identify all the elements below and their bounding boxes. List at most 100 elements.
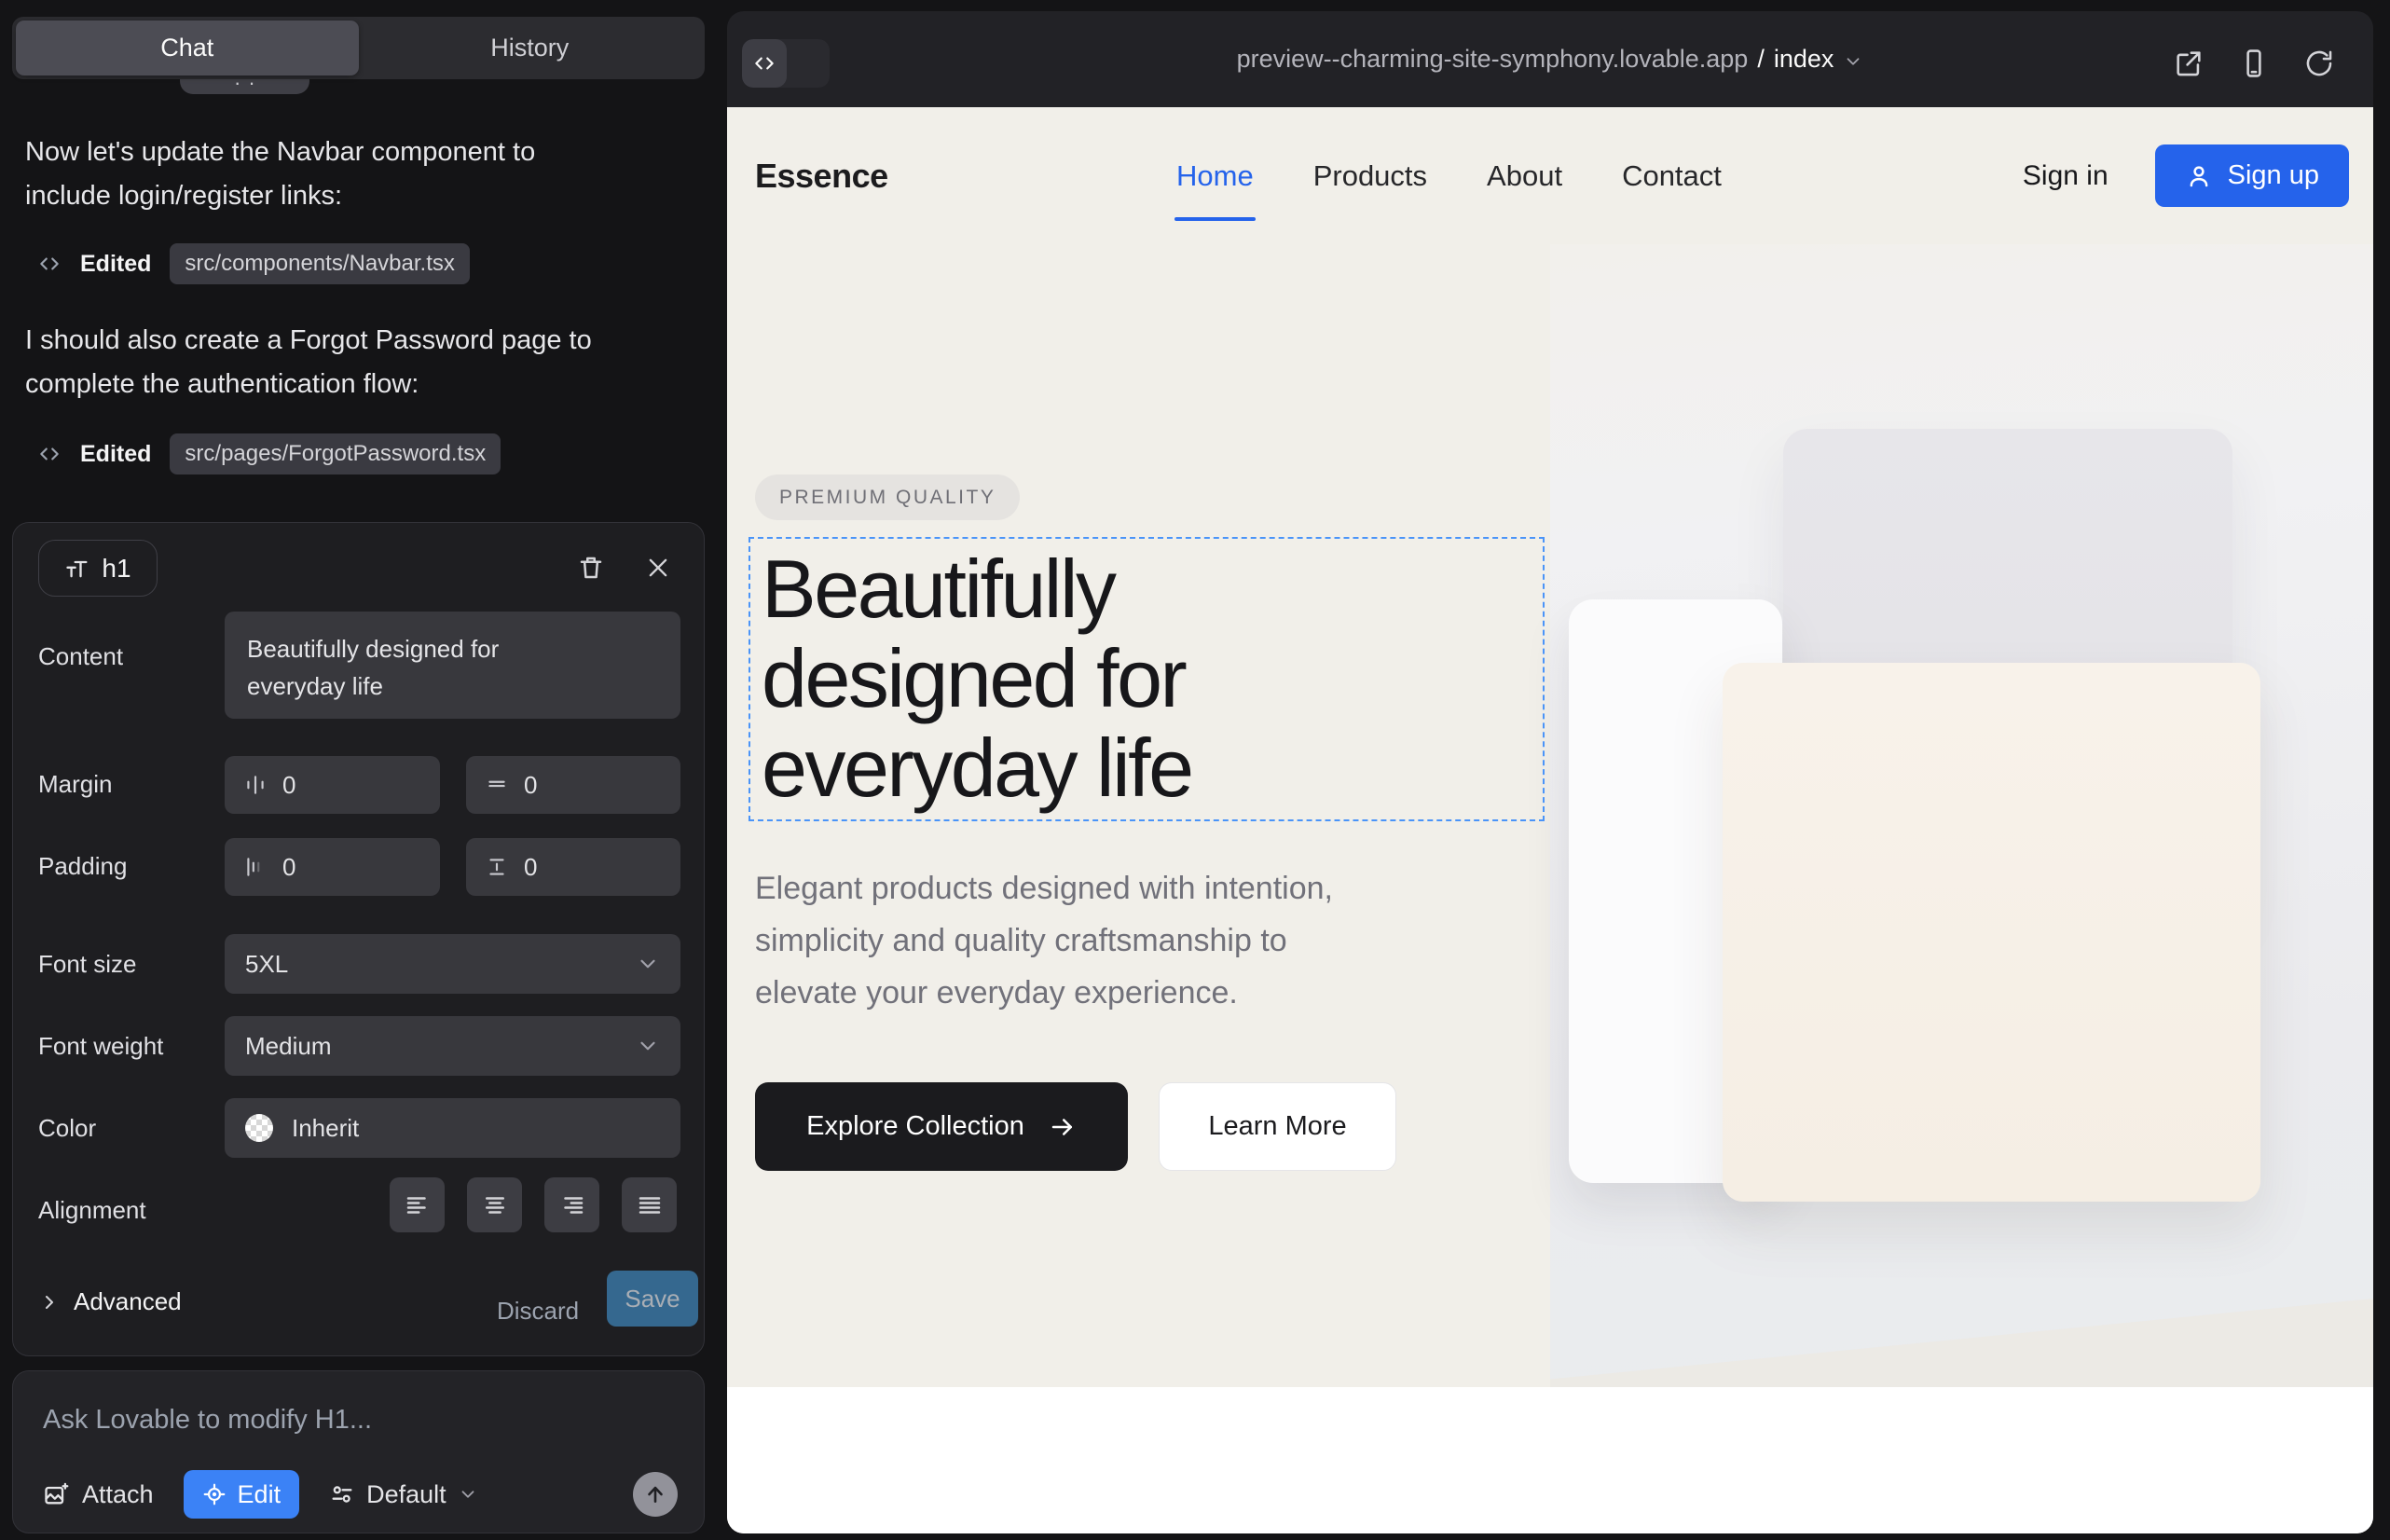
chevron-down-icon bbox=[1843, 51, 1863, 72]
sliders-icon bbox=[329, 1481, 355, 1507]
tab-chat[interactable]: Chat bbox=[16, 21, 359, 76]
nav-link-products[interactable]: Products bbox=[1313, 159, 1427, 193]
type-icon bbox=[64, 556, 90, 582]
advanced-toggle[interactable]: Advanced bbox=[38, 1287, 182, 1316]
chevron-down-icon bbox=[636, 952, 660, 976]
save-button[interactable]: Save bbox=[607, 1271, 698, 1327]
url-bar[interactable]: preview--charming-site-symphony.lovable.… bbox=[727, 11, 2373, 107]
nav-menu: Home Products About Contact bbox=[1176, 107, 1722, 244]
file-chip[interactable]: src/components/Navbar.tsx bbox=[170, 243, 469, 284]
code-icon bbox=[37, 442, 62, 466]
dots-decoration: ·· bbox=[234, 78, 263, 88]
margin-x-input[interactable]: 0 bbox=[225, 756, 440, 814]
preview-browser-frame: preview--charming-site-symphony.lovable.… bbox=[727, 11, 2373, 1533]
hero-paragraph: Elegant products designed with intention… bbox=[755, 862, 1333, 1019]
sign-up-label: Sign up bbox=[2228, 160, 2319, 191]
edited-file-row: Edited src/pages/ForgotPassword.tsx bbox=[37, 433, 501, 475]
padding-y-value: 0 bbox=[524, 853, 537, 882]
send-button[interactable] bbox=[633, 1472, 678, 1517]
sign-up-button[interactable]: Sign up bbox=[2155, 144, 2349, 207]
model-selector[interactable]: Default bbox=[329, 1480, 478, 1509]
hero-heading[interactable]: Beautifully designed for everyday life bbox=[762, 544, 1192, 813]
lovable-app: ·· Chat History Now let's update the Nav… bbox=[0, 0, 2390, 1540]
section-below-hero bbox=[727, 1387, 2373, 1533]
nav-link-about[interactable]: About bbox=[1487, 159, 1562, 193]
edited-label: Edited bbox=[80, 441, 151, 468]
nav-link-home[interactable]: Home bbox=[1176, 159, 1254, 193]
tag-name: h1 bbox=[102, 554, 130, 584]
edited-file-row: Edited src/components/Navbar.tsx bbox=[37, 242, 470, 285]
padding-x-input[interactable]: 0 bbox=[225, 838, 440, 896]
content-label: Content bbox=[38, 642, 123, 671]
padding-y-input[interactable]: 0 bbox=[466, 838, 680, 896]
margin-y-value: 0 bbox=[524, 771, 537, 800]
color-swatch bbox=[245, 1114, 273, 1142]
padding-label: Padding bbox=[38, 852, 127, 881]
learn-more-label: Learn More bbox=[1208, 1111, 1346, 1142]
code-icon bbox=[37, 252, 62, 276]
user-icon bbox=[2185, 162, 2213, 190]
nav-link-contact[interactable]: Contact bbox=[1622, 159, 1722, 193]
edited-label: Edited bbox=[80, 251, 151, 278]
prompt-box: Ask Lovable to modify H1... Attach Edit … bbox=[12, 1370, 705, 1533]
alignment-label: Alignment bbox=[38, 1196, 146, 1225]
selected-element-tag: h1 bbox=[38, 540, 158, 597]
open-in-new-icon[interactable] bbox=[2170, 45, 2207, 82]
color-label: Color bbox=[38, 1114, 96, 1143]
margin-vertical-icon bbox=[485, 773, 509, 797]
nav-auth: Sign in Sign up bbox=[2023, 107, 2349, 244]
delete-element-button[interactable] bbox=[574, 551, 608, 584]
explore-collection-button[interactable]: Explore Collection bbox=[755, 1082, 1128, 1171]
font-size-value: 5XL bbox=[245, 950, 288, 979]
preview-site: Essence Home Products About Contact Sign… bbox=[727, 107, 2373, 1533]
prompt-input[interactable]: Ask Lovable to modify H1... bbox=[43, 1405, 372, 1436]
element-editor-panel: h1 Content Beautifully designed for ever… bbox=[12, 522, 705, 1356]
mobile-view-icon[interactable] bbox=[2235, 45, 2273, 82]
color-select[interactable]: Inherit bbox=[225, 1098, 680, 1158]
chat-message: Now let's update the Navbar component to… bbox=[25, 131, 682, 218]
mode-label: Default bbox=[366, 1480, 446, 1509]
font-weight-label: Font weight bbox=[38, 1032, 163, 1061]
refresh-icon[interactable] bbox=[2301, 45, 2338, 82]
url-host: preview--charming-site-symphony.lovable.… bbox=[1237, 45, 1749, 74]
tab-history[interactable]: History bbox=[359, 21, 702, 76]
arrow-right-icon bbox=[1049, 1113, 1077, 1141]
font-weight-select[interactable]: Medium bbox=[225, 1016, 680, 1076]
chat-history-tabbar: Chat History bbox=[12, 17, 705, 79]
padding-vertical-icon bbox=[485, 855, 509, 879]
attach-label: Attach bbox=[82, 1480, 154, 1509]
align-left-button[interactable] bbox=[390, 1177, 445, 1232]
edit-label: Edit bbox=[238, 1480, 282, 1509]
chat-message: I should also create a Forgot Password p… bbox=[25, 319, 682, 406]
color-value: Inherit bbox=[292, 1114, 359, 1143]
attach-button[interactable]: Attach bbox=[43, 1480, 154, 1509]
chevron-right-icon bbox=[38, 1291, 61, 1313]
discard-button[interactable]: Discard bbox=[484, 1287, 592, 1335]
margin-horizontal-icon bbox=[243, 773, 268, 797]
align-right-button[interactable] bbox=[544, 1177, 599, 1232]
align-justify-button[interactable] bbox=[622, 1177, 677, 1232]
padding-horizontal-icon bbox=[243, 855, 268, 879]
align-center-button[interactable] bbox=[467, 1177, 522, 1232]
sign-in-link[interactable]: Sign in bbox=[2023, 160, 2108, 192]
font-size-select[interactable]: 5XL bbox=[225, 934, 680, 994]
advanced-label: Advanced bbox=[74, 1287, 182, 1316]
file-chip[interactable]: src/pages/ForgotPassword.tsx bbox=[170, 433, 501, 474]
prompt-toolbar: Attach Edit Default bbox=[43, 1468, 678, 1520]
url-page: index bbox=[1774, 45, 1834, 74]
edit-mode-chip[interactable]: Edit bbox=[184, 1470, 300, 1519]
learn-more-button[interactable]: Learn More bbox=[1159, 1082, 1396, 1171]
font-weight-value: Medium bbox=[245, 1032, 331, 1061]
save-label: Save bbox=[625, 1285, 680, 1313]
selection-outline[interactable]: Beautifully designed for everyday life bbox=[749, 537, 1545, 821]
site-navbar: Essence Home Products About Contact Sign… bbox=[727, 107, 2373, 244]
chevron-down-icon bbox=[636, 1034, 660, 1058]
padding-x-value: 0 bbox=[282, 853, 295, 882]
content-input[interactable]: Beautifully designed for everyday life bbox=[225, 612, 680, 719]
margin-x-value: 0 bbox=[282, 771, 295, 800]
browser-actions bbox=[2170, 45, 2338, 82]
site-logo[interactable]: Essence bbox=[755, 107, 888, 244]
margin-y-input[interactable]: 0 bbox=[466, 756, 680, 814]
url-separator: / bbox=[1757, 45, 1765, 74]
close-panel-button[interactable] bbox=[641, 551, 675, 584]
